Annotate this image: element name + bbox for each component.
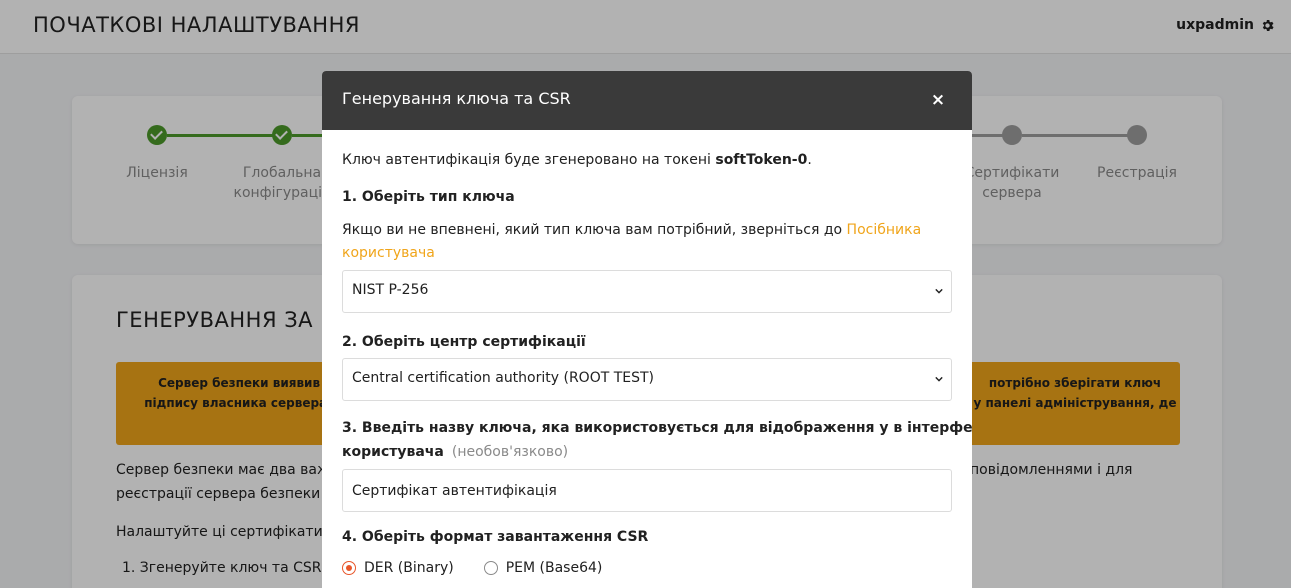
intro-text: Ключ автентифікація буде згенеровано на … [342,152,716,168]
dialog-header: Генерування ключа та CSR × [322,71,972,130]
chevron-down-icon [935,376,943,382]
csr-format-radio-group: DER (Binary) PEM (Base64) [342,560,632,576]
step3-heading: 3. Введіть назву ключа, яка використовує… [342,420,972,436]
hint-text: Якщо ви не впевнені, який тип ключа вам … [342,222,847,238]
key-label-input[interactable] [342,469,952,512]
user-guide-link[interactable]: Посібника [847,222,922,238]
close-button[interactable]: × [928,90,948,110]
radio-pem[interactable]: PEM (Base64) [483,560,603,576]
chevron-down-icon [935,288,943,294]
key-type-value: NIST P-256 [352,282,429,298]
radio-label: DER (Binary) [364,560,454,576]
step3-heading-cont: користувача (необов'язково) [342,440,568,464]
ca-value: Central certification authority (ROOT TE… [352,370,655,386]
step3-heading-text: користувача [342,444,444,460]
intro-end: . [807,152,812,168]
generate-key-dialog: Генерування ключа та CSR × Ключ автентиф… [322,71,972,588]
step4-heading: 4. Оберіть формат завантаження CSR [342,529,649,545]
step1-hint-cont: користувача [342,241,435,265]
step1-heading: 1. Оберіть тип ключа [342,189,515,205]
radio-label: PEM (Base64) [505,560,603,576]
dialog-title: Генерування ключа та CSR [342,89,571,108]
step1-hint: Якщо ви не впевнені, який тип ключа вам … [342,218,921,242]
token-info: Ключ автентифікація буде згенеровано на … [342,148,812,172]
user-guide-link[interactable]: користувача [342,245,435,261]
ca-select[interactable]: Central certification authority (ROOT TE… [342,358,952,401]
radio-der[interactable]: DER (Binary) [342,560,454,576]
optional-label: (необов'язково) [451,444,569,460]
token-name: softToken-0 [715,152,808,168]
radio-checked-icon[interactable] [342,561,356,575]
step2-heading: 2. Оберіть центр сертифікації [342,334,586,350]
key-type-select[interactable]: NIST P-256 [342,270,952,313]
radio-unchecked-icon[interactable] [483,561,498,575]
